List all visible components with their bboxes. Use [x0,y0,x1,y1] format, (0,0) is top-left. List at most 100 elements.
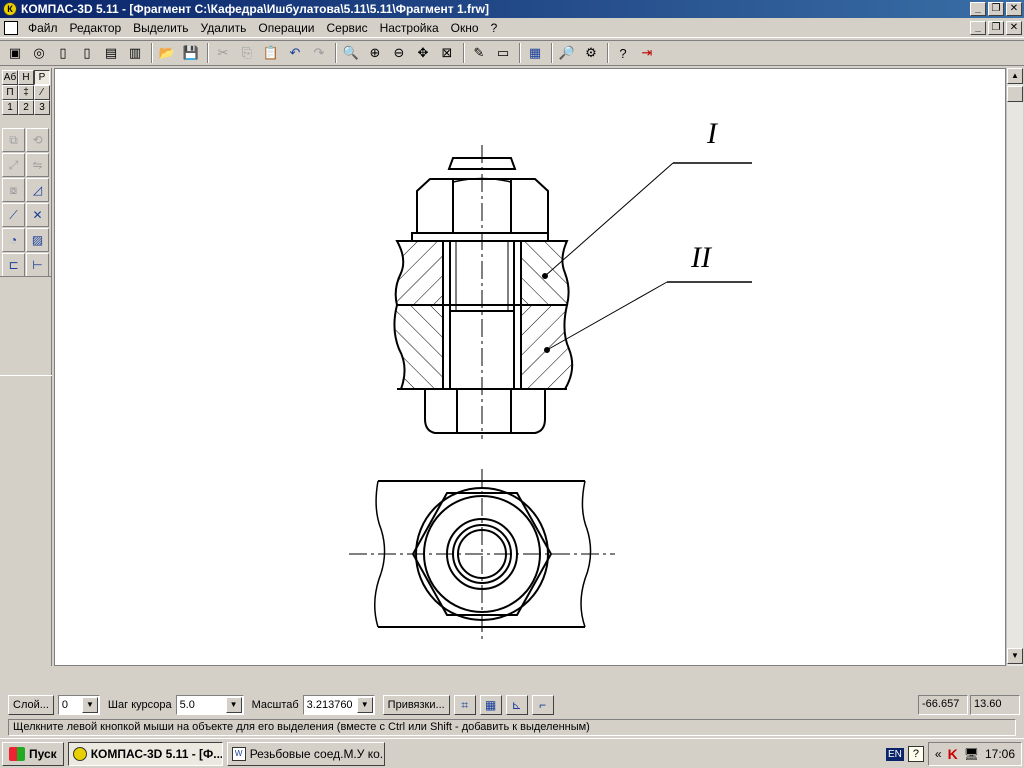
mode-dimension-button[interactable]: Н [18,70,34,85]
cursor-step-select[interactable]: 5.0 ▼ [175,695,244,715]
extend-icon[interactable]: ⊏ [2,253,25,277]
paste-icon[interactable]: 📋 [260,42,282,64]
menu-window[interactable]: Окно [445,21,485,35]
calculator-icon[interactable]: ▦ [524,42,546,64]
new-text-doc-icon[interactable]: ▤ [100,42,122,64]
taskbar-item-label: Резьбовые соед.М.У ко... [249,746,385,761]
coord-x-readout: -66.657 [918,695,968,715]
exit-icon[interactable]: ⇥ [636,42,658,64]
move-icon[interactable]: ⧉ [2,128,25,152]
taskbar-item-word[interactable]: W Резьбовые соед.М.У ко... [226,741,385,766]
trim-icon[interactable]: ⟋ [2,203,25,227]
break-icon[interactable]: ✕ [26,203,49,227]
zoom-in-icon[interactable]: ⊕ [364,42,386,64]
hatch-icon[interactable]: ▨ [26,228,49,252]
chevron-down-icon[interactable]: ▼ [81,697,98,713]
grid-icon[interactable]: ▦ [479,695,502,715]
new-sheet-icon[interactable]: ▯ [76,42,98,64]
maximize-button[interactable]: ❐ [988,2,1004,16]
minimize-button[interactable]: _ [970,2,986,16]
snaps-button[interactable]: Привязки... [382,695,450,715]
new-spec-icon[interactable]: ▥ [124,42,146,64]
scroll-down-arrow-icon[interactable]: ▼ [1007,648,1023,664]
doc-restore-button[interactable]: ❐ [988,20,1004,35]
menu-operations[interactable]: Операции [252,21,320,35]
redo-icon[interactable]: ↷ [308,42,330,64]
toolbar-separator [335,43,337,63]
mode-3-button[interactable]: 3 [34,100,50,115]
snap-settings-icon[interactable]: ⌗ [453,695,476,715]
mode-edit-button[interactable]: Р [34,70,50,85]
menu-settings[interactable]: Настройка [374,21,445,35]
scale-label: Масштаб [251,699,299,711]
preview-icon[interactable]: 🔎 [556,42,578,64]
new-fragment-icon[interactable]: ◎ [28,42,50,64]
antivirus-icon[interactable]: K [948,746,958,762]
mirror-icon[interactable]: ⇋ [26,153,49,177]
new-document-icon[interactable]: ▯ [52,42,74,64]
taskbar-item-label: КОМПАС-3D 5.11 - [Ф... [90,746,223,761]
pan-icon[interactable]: ✥ [412,42,434,64]
start-button[interactable]: Пуск [2,741,64,766]
menu-file[interactable]: Файл [22,21,64,35]
context-help-icon[interactable]: ? [612,42,634,64]
new-drawing-icon[interactable]: ▣ [4,42,26,64]
drawing-canvas[interactable]: I II [54,68,1006,666]
scale-icon[interactable]: ⤢ [2,153,25,177]
scale-select[interactable]: 3.213760 ▼ [302,695,375,715]
copy-icon[interactable]: ⎘ [236,42,258,64]
doc-minimize-button[interactable]: _ [970,20,986,35]
fillet-icon[interactable]: ◔ [2,228,25,252]
part-label-2: II [690,241,713,274]
scroll-up-arrow-icon[interactable]: ▲ [1007,68,1023,84]
close-button[interactable]: ✕ [1006,2,1022,16]
mode-measure-button[interactable]: ‡ [18,85,34,100]
rotate-icon[interactable]: ⟲ [26,128,49,152]
zoom-window-icon[interactable]: 🔍 [340,42,362,64]
toolbar-separator [519,43,521,63]
tray-expand-icon[interactable]: « [935,747,942,761]
layer-select[interactable]: 0 ▼ [57,695,100,715]
menu-editor[interactable]: Редактор [64,21,128,35]
undo-icon[interactable]: ↶ [284,42,306,64]
clock[interactable]: 17:06 [985,747,1015,761]
mode-1-button[interactable]: 1 [2,100,18,115]
layers-icon[interactable]: ▭ [492,42,514,64]
open-folder-icon[interactable]: 📂 [156,42,178,64]
kompas-app-icon [72,746,87,761]
vertical-scrollbar[interactable]: ▲ ▼ [1006,68,1023,666]
mode-text-button[interactable]: Аб [2,70,18,85]
redraw-icon[interactable]: ✎ [468,42,490,64]
menu-select[interactable]: Выделить [127,21,194,35]
doc-close-button[interactable]: ✕ [1006,20,1022,35]
mode-parameter-button[interactable]: П [2,85,18,100]
status-parameters-bar: Слой... 0 ▼ Шаг курсора 5.0 ▼ Масштаб 3.… [0,692,1024,718]
cut-icon[interactable]: ✂ [212,42,234,64]
chevron-down-icon[interactable]: ▼ [356,697,373,713]
copy-array-icon[interactable]: ⧇ [2,178,25,202]
scroll-thumb[interactable] [1007,86,1023,102]
language-indicator[interactable]: EN [886,747,904,761]
menu-delete[interactable]: Удалить [195,21,253,35]
document-icon[interactable] [4,20,18,35]
local-coords-icon[interactable]: ⊾ [505,695,528,715]
save-icon[interactable]: 💾 [180,42,202,64]
chevron-down-icon[interactable]: ▼ [225,697,242,713]
taskbar-item-kompas[interactable]: КОМПАС-3D 5.11 - [Ф... [67,741,223,766]
layer-button[interactable]: Слой... [8,695,54,715]
mode-2-button[interactable]: 2 [18,100,34,115]
show-all-icon[interactable]: ⊠ [436,42,458,64]
deform-icon[interactable]: ◿ [26,178,49,202]
ortho-icon[interactable]: ⌐ [531,695,554,715]
mode-select-button[interactable]: ⁄ [34,85,50,100]
centerlines [349,145,615,641]
library-icon[interactable]: ⚙ [580,42,602,64]
help-icon[interactable]: ? [907,746,924,762]
menu-help[interactable]: ? [485,21,504,35]
edit-tools: ⧉ ⟲ ⤢ ⇋ ⧇ ◿ ⟋ ✕ ◔ ▨ ⊏ ⊢ [2,128,49,277]
split-icon[interactable]: ⊢ [26,253,49,277]
network-icon[interactable]: 🖥 [964,747,979,761]
menu-service[interactable]: Сервис [321,21,374,35]
system-tray-area: EN ? « K 🖥 17:06 [886,742,1022,766]
zoom-out-icon[interactable]: ⊖ [388,42,410,64]
